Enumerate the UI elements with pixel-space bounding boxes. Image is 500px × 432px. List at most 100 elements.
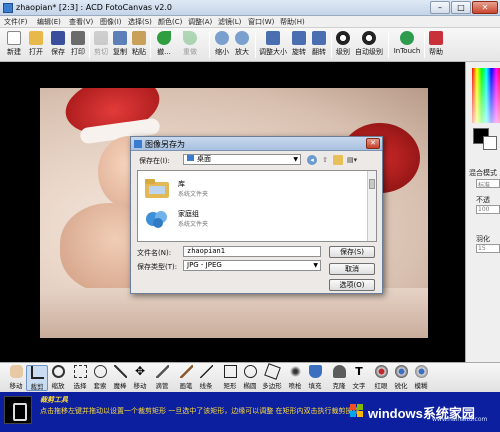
save-in-label: 保存在(I): bbox=[139, 157, 170, 165]
tool-zoom[interactable]: 缩放 bbox=[48, 365, 68, 391]
view-menu-icon[interactable]: ▤▾ bbox=[347, 155, 357, 165]
stamp-icon bbox=[332, 365, 346, 378]
tool-text[interactable]: T 文字 bbox=[349, 365, 369, 391]
menu-filter[interactable]: 滤镜(L) bbox=[218, 17, 241, 27]
save-in-select[interactable]: 桌面 ▼ bbox=[183, 154, 301, 165]
print-button[interactable]: 打印 bbox=[68, 30, 88, 60]
file-type: 系统文件夹 bbox=[178, 221, 209, 228]
tool-blur[interactable]: 模糊 bbox=[411, 365, 431, 391]
up-folder-icon[interactable]: ⇧ bbox=[320, 155, 330, 165]
rotate-button[interactable]: 旋转 bbox=[290, 30, 308, 60]
blur-icon bbox=[414, 365, 428, 378]
tool-crop[interactable]: 裁剪 bbox=[26, 365, 48, 391]
tool-airbrush[interactable]: 喷枪 bbox=[285, 365, 305, 391]
tool-help-description: 点击拖移左键并拖动以设置一个裁剪矩形 一旦选中了该矩形，边缘可以调整 在矩形内双… bbox=[40, 407, 360, 415]
copy-button[interactable]: 复制 bbox=[111, 30, 129, 60]
tool-eyedropper[interactable]: 滴管 bbox=[152, 365, 172, 391]
menu-bar: 文件(F) 编辑(E) 查看(V) 图像(I) 选择(S) 颜色(C) 调整(A… bbox=[0, 16, 500, 28]
polygon-icon bbox=[263, 363, 281, 380]
tool-clone[interactable]: 克隆 bbox=[329, 365, 349, 391]
redo-button[interactable]: 重做 bbox=[178, 30, 202, 60]
tool-move-hand[interactable]: 移动 bbox=[6, 365, 26, 391]
minimize-button[interactable]: – bbox=[430, 1, 450, 14]
zoom-out-button[interactable]: 缩小 bbox=[213, 30, 231, 60]
opacity-label: 不透 bbox=[476, 196, 490, 204]
save-in-value: 桌面 bbox=[197, 155, 211, 163]
tool-polygon[interactable]: 多边形 bbox=[260, 363, 284, 391]
resize-button[interactable]: 调整大小 bbox=[258, 30, 288, 60]
new-button[interactable]: 新建 bbox=[4, 30, 24, 60]
text-icon: T bbox=[355, 365, 363, 378]
window-title: zhaopian* [2:3] : ACD FotoCanvas v2.0 bbox=[16, 3, 173, 12]
rotate-icon bbox=[292, 31, 306, 45]
blend-mode-label: 混合模式 bbox=[469, 169, 497, 177]
maximize-button[interactable]: □ bbox=[451, 1, 471, 14]
tool-brush[interactable]: 画笔 bbox=[176, 365, 196, 391]
menu-image[interactable]: 图像(I) bbox=[100, 17, 122, 27]
menu-help[interactable]: 帮助(H) bbox=[280, 17, 305, 27]
homegroup-icon bbox=[146, 211, 167, 228]
save-dialog-button[interactable]: 保存(S) bbox=[329, 246, 375, 258]
cut-button[interactable]: 剪切 bbox=[92, 30, 110, 60]
filetype-label: 保存类型(T): bbox=[137, 263, 178, 271]
save-button[interactable]: 保存 bbox=[48, 30, 68, 60]
tool-select[interactable]: 选择 bbox=[70, 365, 90, 391]
undo-button[interactable]: 撤... bbox=[153, 30, 175, 60]
filetype-select[interactable]: JPG - JPEG ▼ bbox=[183, 260, 321, 271]
tool-sharpen[interactable]: 锐化 bbox=[391, 365, 411, 391]
open-button[interactable]: 打开 bbox=[26, 30, 46, 60]
tool-rectangle[interactable]: 矩形 bbox=[220, 365, 240, 391]
menu-edit[interactable]: 编辑(E) bbox=[37, 17, 61, 27]
back-icon[interactable]: ◂ bbox=[307, 155, 317, 165]
tool-magic-wand[interactable]: 魔棒 bbox=[110, 365, 130, 391]
background-color-swatch[interactable] bbox=[483, 136, 497, 150]
help-button[interactable]: 帮助 bbox=[427, 30, 445, 60]
menu-select[interactable]: 选择(S) bbox=[128, 17, 152, 27]
disk-icon bbox=[51, 31, 65, 45]
color-panel: 混合模式 标准 不透 100 羽化 15 bbox=[465, 62, 500, 362]
scrollbar-thumb[interactable] bbox=[369, 179, 375, 189]
color-spectrum[interactable] bbox=[472, 68, 500, 123]
tool-fill[interactable]: 填充 bbox=[305, 365, 325, 391]
intouch-button[interactable]: InTouch bbox=[392, 30, 422, 60]
filename-label: 文件名(N): bbox=[137, 249, 172, 257]
magic-wand-icon bbox=[113, 365, 127, 378]
file-list[interactable]: 库 系统文件夹 家庭组 系统文件夹 bbox=[137, 170, 377, 242]
cancel-button[interactable]: 取消 bbox=[329, 263, 375, 275]
menu-window[interactable]: 窗口(W) bbox=[248, 17, 274, 27]
feather-field[interactable]: 15 bbox=[476, 244, 500, 253]
list-item[interactable]: 库 系统文件夹 bbox=[144, 175, 344, 203]
new-folder-icon[interactable] bbox=[333, 155, 343, 165]
levels-button[interactable]: 级别 bbox=[334, 30, 352, 60]
tool-line[interactable]: 线条 bbox=[196, 365, 216, 391]
flip-button[interactable]: 翻转 bbox=[310, 30, 328, 60]
windows-logo-icon bbox=[350, 404, 363, 417]
auto-levels-icon bbox=[362, 31, 376, 45]
tool-red-eye[interactable]: 红眼 bbox=[371, 365, 391, 391]
paste-button[interactable]: 粘贴 bbox=[130, 30, 148, 60]
menu-view[interactable]: 查看(V) bbox=[69, 17, 93, 27]
zoom-in-button[interactable]: 放大 bbox=[233, 30, 251, 60]
desktop-icon bbox=[187, 155, 194, 161]
tool-ellipse[interactable]: 椭圆 bbox=[240, 365, 260, 391]
options-button[interactable]: 选项(O) bbox=[329, 279, 375, 291]
photo-blanket bbox=[40, 288, 428, 338]
menu-color[interactable]: 颜色(C) bbox=[158, 17, 182, 27]
list-item[interactable]: 家庭组 系统文件夹 bbox=[144, 205, 344, 233]
marquee-icon bbox=[73, 365, 87, 378]
tool-move[interactable]: ✥ 移动 bbox=[130, 365, 150, 391]
auto-levels-button[interactable]: 自动级别 bbox=[354, 30, 384, 60]
opacity-field[interactable]: 100 bbox=[476, 205, 500, 214]
close-button[interactable]: ✕ bbox=[472, 1, 498, 14]
file-list-scrollbar[interactable] bbox=[367, 171, 376, 241]
tool-lasso[interactable]: 套索 bbox=[90, 365, 110, 391]
blend-mode-select[interactable]: 标准 bbox=[476, 179, 500, 188]
main-toolbar: 新建 打开 保存 打印 剪切 复制 粘贴 撤... 重做 缩小 放大 调整大小 … bbox=[0, 28, 500, 62]
file-name: 库 bbox=[178, 180, 185, 188]
dialog-title-bar: 图像另存为 ✕ bbox=[131, 137, 382, 151]
app-icon bbox=[3, 3, 13, 13]
filename-input[interactable]: zhaopian1 bbox=[183, 246, 321, 257]
menu-file[interactable]: 文件(F) bbox=[4, 17, 28, 27]
dialog-close-button[interactable]: ✕ bbox=[366, 138, 380, 149]
menu-adjust[interactable]: 调整(A) bbox=[188, 17, 212, 27]
